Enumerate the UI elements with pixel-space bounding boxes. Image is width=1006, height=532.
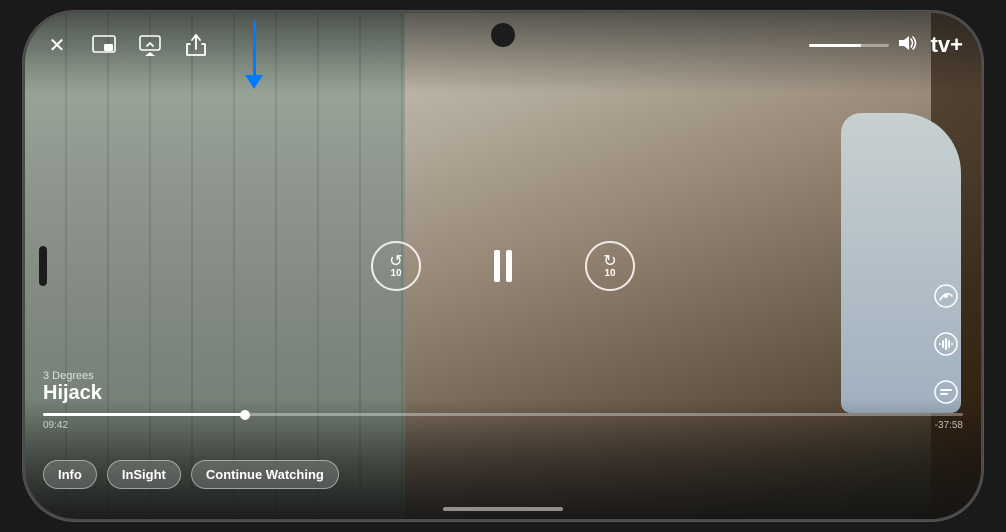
audio-button[interactable] <box>929 327 963 361</box>
bottom-buttons: Info InSight Continue Watching <box>43 460 339 489</box>
progress-area: 3 Degrees Hijack 09:42 -37:58 <box>43 370 963 431</box>
top-icon-group <box>91 32 209 58</box>
pause-bar-right <box>506 250 512 282</box>
progress-bar-row <box>43 413 963 416</box>
playback-speed-button[interactable] <box>929 279 963 313</box>
continue-watching-button[interactable]: Continue Watching <box>191 460 339 489</box>
progress-bar[interactable] <box>43 413 963 416</box>
subtitles-button[interactable] <box>929 375 963 409</box>
volume-fill <box>809 44 861 47</box>
right-controls <box>929 279 963 409</box>
pause-button[interactable] <box>481 244 525 288</box>
insight-button[interactable]: InSight <box>107 460 181 489</box>
airplay-button[interactable] <box>137 32 163 58</box>
volume-bar <box>809 44 889 47</box>
home-bar <box>443 507 563 511</box>
info-button[interactable]: Info <box>43 460 97 489</box>
appletv-logo: tv+ <box>929 32 963 58</box>
top-right-controls: tv+ <box>809 32 963 58</box>
forward-button[interactable]: ↻ 10 <box>585 241 635 291</box>
time-remaining: -37:58 <box>935 420 963 431</box>
arrow-head <box>245 75 263 89</box>
center-playback-controls: ↺ 10 ↻ 10 <box>371 241 635 291</box>
show-info: 3 Degrees Hijack <box>43 370 963 405</box>
show-subtitle: 3 Degrees <box>43 370 963 382</box>
progress-fill <box>43 413 245 416</box>
volume-icon[interactable] <box>897 34 917 57</box>
show-title: Hijack <box>43 382 963 405</box>
phone-frame: ✕ <box>23 11 983 521</box>
pip-button[interactable] <box>91 32 117 58</box>
time-current: 09:42 <box>43 420 68 431</box>
rewind-button[interactable]: ↺ 10 <box>371 241 421 291</box>
time-row: 09:42 -37:58 <box>43 420 963 431</box>
side-camera <box>39 246 47 286</box>
volume-bar-container <box>809 34 917 57</box>
share-button[interactable] <box>183 32 209 58</box>
top-controls: ✕ <box>25 31 981 59</box>
progress-dot <box>240 410 250 420</box>
close-button[interactable]: ✕ <box>43 31 71 59</box>
pause-bar-left <box>494 250 500 282</box>
arrow-shaft <box>253 21 256 76</box>
blue-arrow-indicator <box>245 21 263 89</box>
